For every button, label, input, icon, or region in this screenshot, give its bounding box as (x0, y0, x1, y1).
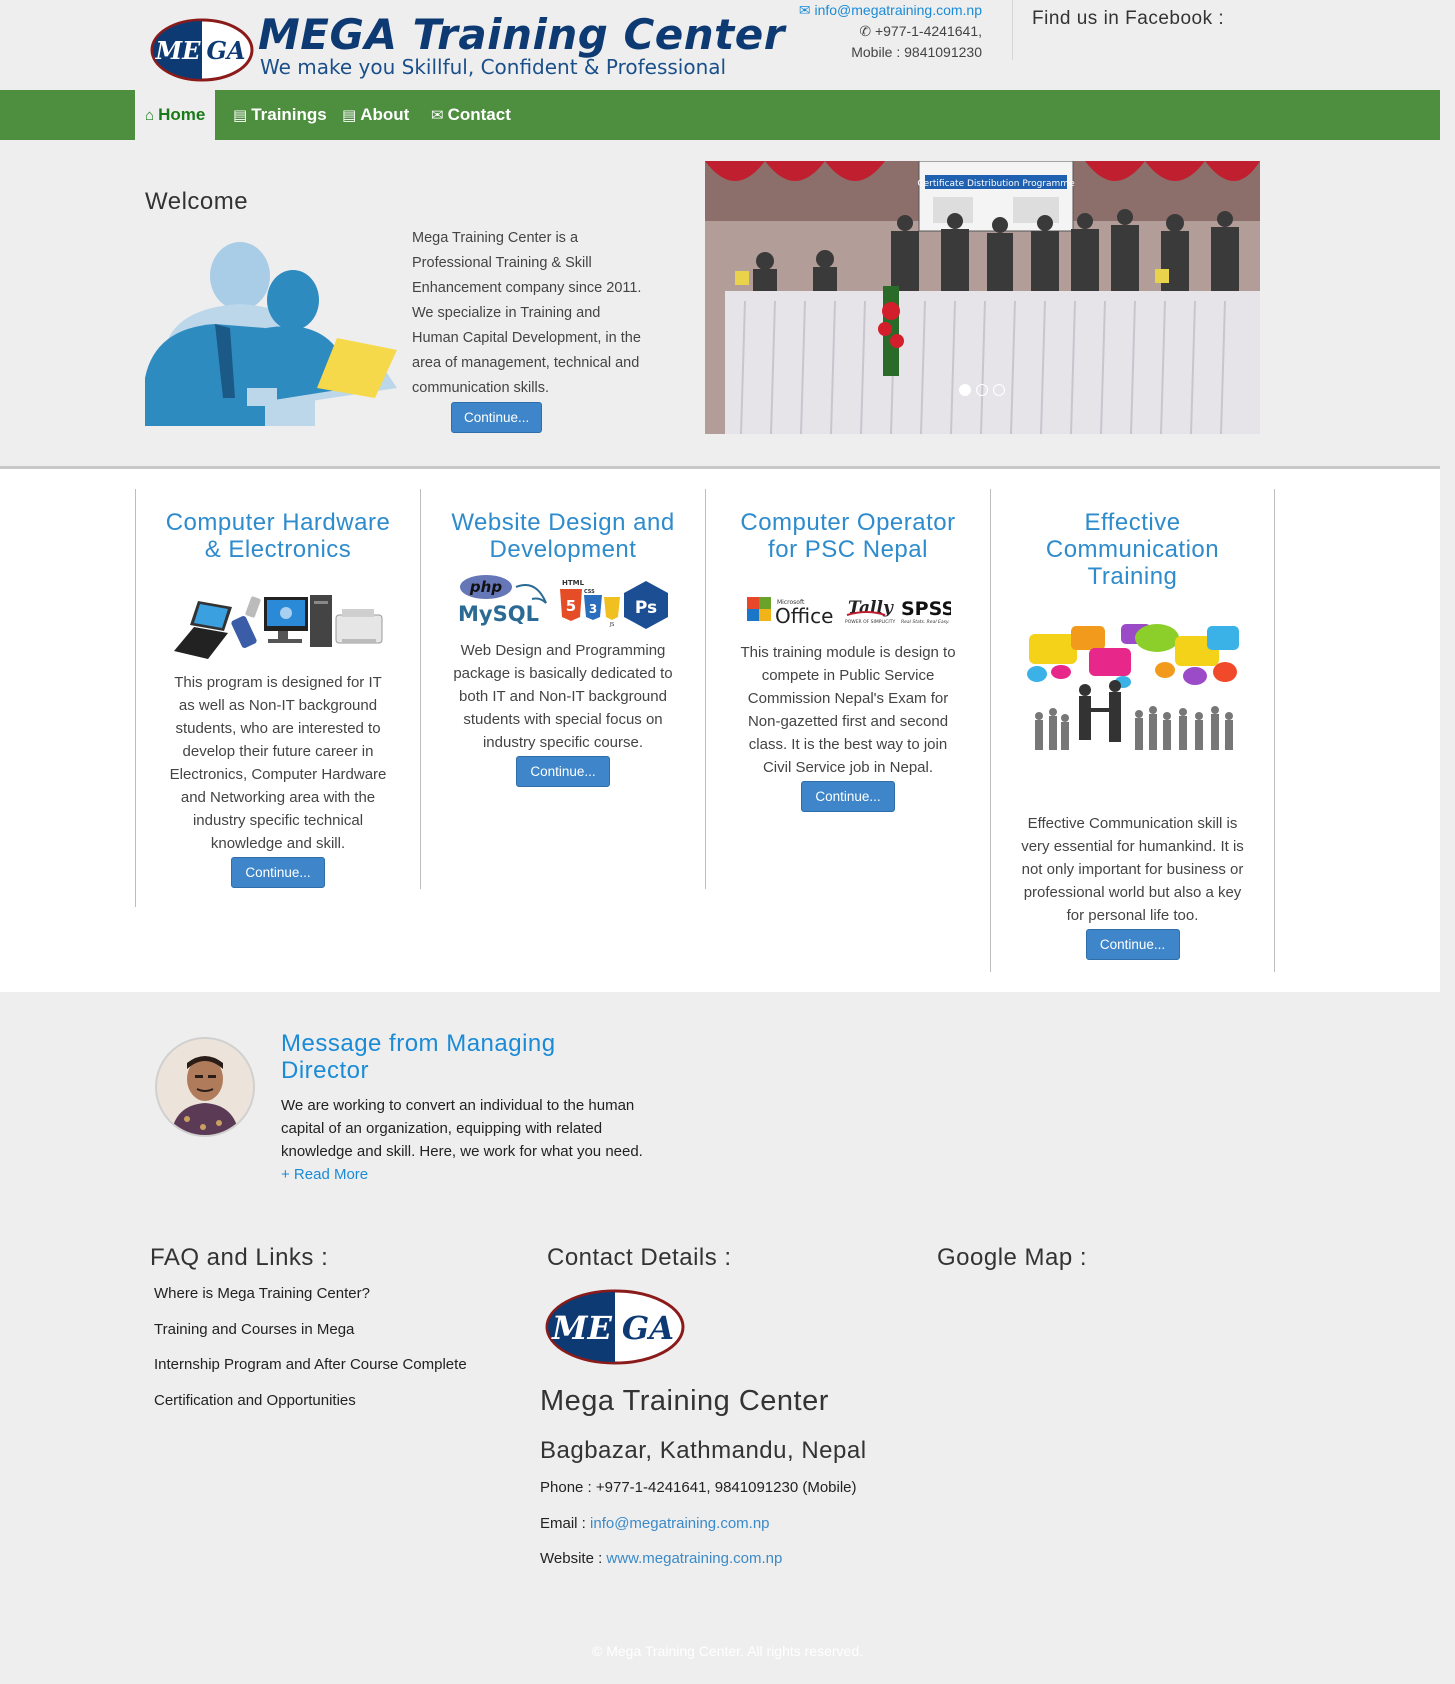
brand-title: MEGA Training Center (258, 10, 785, 59)
phone-icon: ✆ (859, 23, 872, 39)
brand-tagline: We make you Skillful, Confident & Profes… (260, 55, 727, 79)
image-slider[interactable]: Certificate Distribution Programme (705, 161, 1260, 434)
faq-link-courses[interactable]: Training and Courses in Mega (154, 1321, 354, 1338)
course-continue-button[interactable]: Continue... (801, 781, 895, 812)
welcome-text: Mega Training Center is a Professional T… (412, 230, 642, 396)
faq-title: FAQ and Links : (150, 1244, 329, 1271)
course-continue-button[interactable]: Continue... (516, 756, 610, 787)
header-email-link[interactable]: info@megatraining.com.np (814, 2, 982, 18)
slider-dot-2[interactable] (976, 384, 988, 396)
course-card-communication: Effective Communication Training Effecti… (990, 489, 1275, 972)
svg-text:Office: Office (775, 604, 833, 628)
courses-section: Computer Hardware & Electronics This pro… (0, 469, 1440, 992)
md-portrait-icon (157, 1039, 253, 1135)
svg-text:Certificate Distribution Progr: Certificate Distribution Programme (917, 179, 1075, 189)
svg-text:GA: GA (622, 1309, 674, 1347)
site-logo[interactable]: ME GA MEGA Training Center We make you S… (150, 10, 784, 84)
course-title: Website Design and Development (451, 509, 675, 563)
svg-text:SPSS: SPSS (901, 598, 951, 620)
course-title: Computer Hardware & Electronics (165, 509, 391, 563)
course-title: Effective Communication Training (1045, 509, 1220, 590)
faq-link-internship[interactable]: Internship Program and After Course Comp… (154, 1356, 467, 1373)
svg-text:JS: JS (609, 622, 615, 628)
mega-logo-icon: ME GA (150, 18, 254, 82)
map-title: Google Map : (937, 1244, 1088, 1271)
svg-text:Tally: Tally (848, 598, 894, 618)
course-continue-button[interactable]: Continue... (231, 857, 325, 888)
header-phone: +977-1-4241641, (874, 23, 982, 39)
hardware-devices-icon (174, 595, 383, 659)
slider-dot-1[interactable] (959, 384, 971, 396)
communication-bubbles-icon (1024, 624, 1241, 790)
nav-about[interactable]: ▤ About (332, 90, 419, 140)
svg-text:ME: ME (551, 1309, 612, 1347)
footer-website-link[interactable]: www.megatraining.com.np (606, 1550, 782, 1567)
svg-text:5: 5 (566, 597, 576, 615)
nav-trainings[interactable]: ▤ Trainings (223, 90, 337, 140)
svg-text:Ps: Ps (635, 598, 657, 618)
book-icon: ▤ (342, 107, 357, 124)
md-avatar (155, 1037, 255, 1137)
footer-address: Bagbazar, Kathmandu, Nepal (540, 1437, 867, 1464)
svg-text:POWER OF SIMPLICITY: POWER OF SIMPLICITY (845, 619, 895, 625)
welcome-continue-button[interactable]: Continue... (451, 402, 543, 433)
main-navbar: ⌂ Home ▤ Trainings ▤ About ✉ Contact (0, 90, 1440, 140)
business-people-illustration (145, 242, 397, 426)
footer-email: Email : info@megatraining.com.np (540, 1515, 770, 1532)
svg-text:HTML: HTML (562, 579, 585, 587)
faq-link-certification[interactable]: Certification and Opportunities (154, 1392, 356, 1409)
svg-text:CSS: CSS (584, 589, 595, 595)
svg-text:MySQL: MySQL (458, 602, 539, 626)
site-header: ME GA MEGA Training Center We make you S… (0, 0, 1440, 90)
svg-text:GA: GA (206, 36, 245, 65)
home-icon: ⌂ (145, 107, 155, 124)
svg-text:ME: ME (155, 36, 202, 65)
footer-phone: Phone : +977-1-4241641, 9841091230 (Mobi… (540, 1479, 857, 1496)
footer-company-name: Mega Training Center (540, 1385, 829, 1417)
read-more-link[interactable]: + Read More (281, 1166, 368, 1183)
faq-link-location[interactable]: Where is Mega Training Center? (154, 1285, 370, 1302)
nav-contact[interactable]: ✉ Contact (421, 90, 521, 140)
header-contact: ✉ info@megatraining.com.np ✆ +977-1-4241… (799, 0, 982, 63)
facebook-label: Find us in Facebook : (1032, 8, 1225, 29)
header-mobile: Mobile : 9841091230 (851, 44, 982, 60)
envelope-icon: ✉ (431, 107, 444, 124)
md-title: Message from Managing Director (281, 1030, 556, 1084)
office-tally-spss-icon: Microsoft Office Tally POWER OF SIMPLICI… (747, 597, 951, 628)
course-description: Web Design and Programming package is ba… (453, 642, 673, 751)
course-card-hardware: Computer Hardware & Electronics This pro… (135, 489, 420, 907)
md-message: We are working to convert an individual … (281, 1097, 643, 1183)
header-divider (1012, 0, 1013, 60)
contact-title: Contact Details : (547, 1244, 732, 1271)
envelope-icon: ✉ (798, 2, 811, 18)
footer-email-link[interactable]: info@megatraining.com.np (590, 1515, 770, 1532)
slider-dot-3[interactable] (993, 384, 1005, 396)
svg-text:php: php (469, 578, 502, 596)
web-technologies-icon: php MySQL HTML 5 CSS 3 JS Ps (458, 575, 668, 629)
course-description: This training module is design to compet… (740, 644, 956, 776)
svg-text:Real Stats. Real Easy.: Real Stats. Real Easy. (901, 619, 950, 625)
nav-home[interactable]: ⌂ Home (135, 90, 216, 140)
course-card-psc: Computer Operator for PSC Nepal Microsof… (705, 489, 990, 889)
footer-mega-logo-icon: ME GA (545, 1289, 685, 1365)
copyright-text: © Mega Training Center. All rights reser… (592, 1643, 863, 1659)
svg-text:3: 3 (589, 602, 597, 616)
book-icon: ▤ (233, 107, 248, 124)
course-title: Computer Operator for PSC Nepal (740, 509, 956, 563)
welcome-title: Welcome (145, 188, 249, 215)
course-description: Effective Communication skill is very es… (1021, 815, 1244, 924)
course-card-web: Website Design and Development php MySQL… (420, 489, 705, 889)
footer-website: Website : www.megatraining.com.np (540, 1550, 783, 1567)
course-description: This program is designed for IT as well … (169, 674, 387, 852)
course-continue-button[interactable]: Continue... (1085, 929, 1180, 960)
